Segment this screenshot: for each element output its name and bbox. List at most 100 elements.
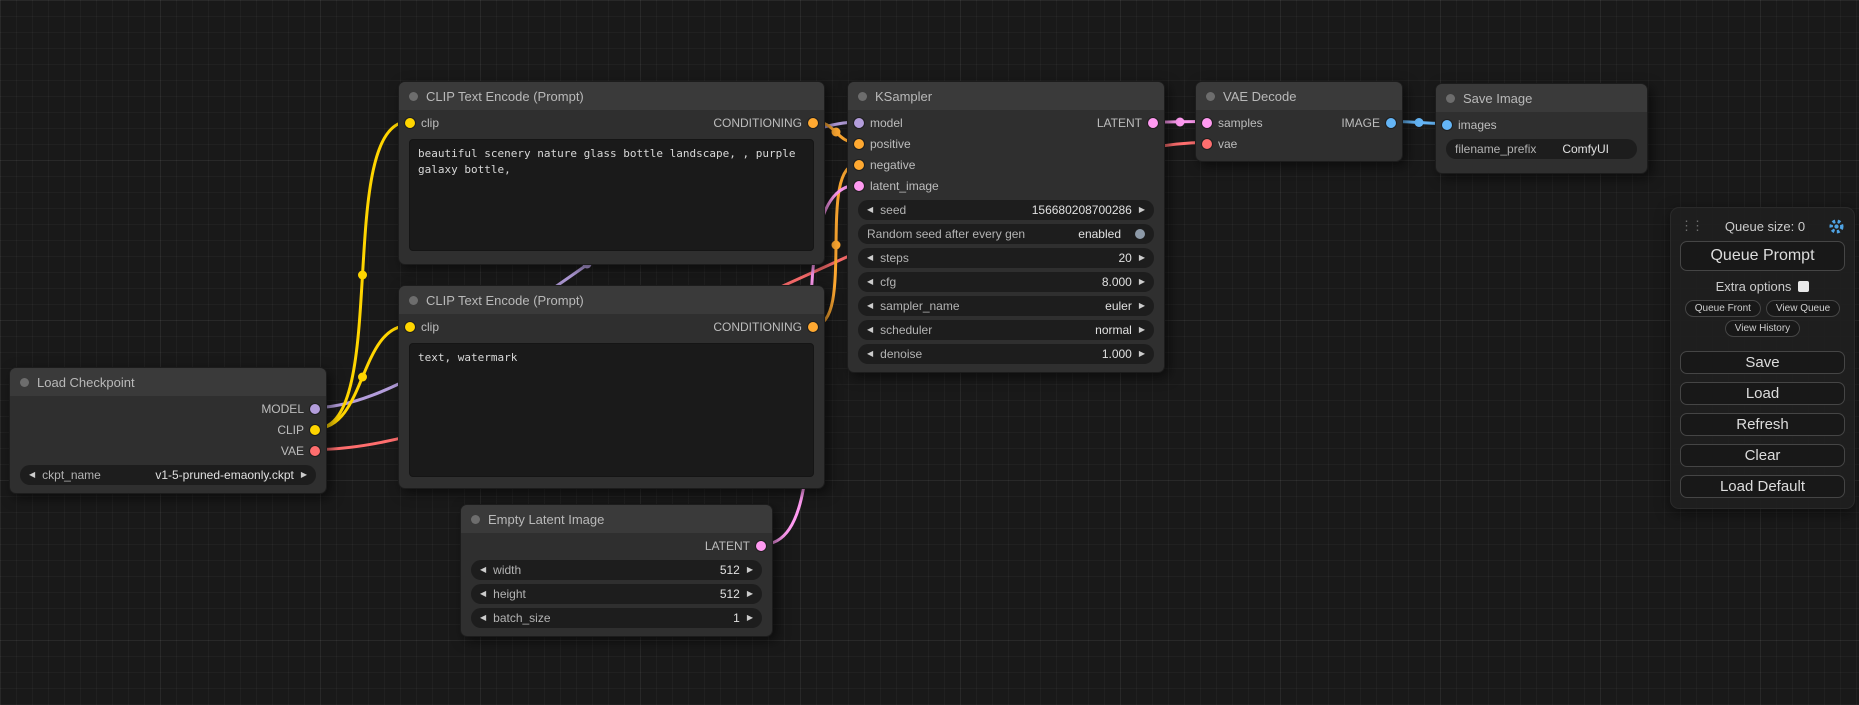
node-load-checkpoint[interactable]: Load Checkpoint MODEL CLIP VAE — [9, 367, 327, 494]
input-port-latent-image[interactable] — [854, 181, 864, 191]
widget-value: 156680208700286 — [1032, 203, 1132, 217]
node-clip-text-encode-positive[interactable]: CLIP Text Encode (Prompt) clip CONDITION… — [398, 81, 825, 265]
positive-prompt-textarea[interactable]: beautiful scenery nature glass bottle la… — [409, 139, 814, 251]
extra-options-label: Extra options — [1716, 279, 1792, 294]
node-ksampler[interactable]: KSampler model LATENT positive — [847, 81, 1165, 373]
output-port-model[interactable] — [310, 404, 320, 414]
input-port-vae[interactable] — [1202, 139, 1212, 149]
decrement-arrow-icon[interactable]: ◀ — [867, 302, 873, 310]
increment-arrow-icon[interactable]: ▶ — [1139, 350, 1145, 358]
node-clip-text-encode-negative[interactable]: CLIP Text Encode (Prompt) clip CONDITION… — [398, 285, 825, 489]
widget-steps[interactable]: ◀ steps 20 ▶ — [858, 248, 1154, 268]
widget-denoise[interactable]: ◀ denoise 1.000 ▶ — [858, 344, 1154, 364]
widget-width[interactable]: ◀ width 512 ▶ — [471, 560, 762, 580]
input-port-model[interactable] — [854, 118, 864, 128]
link-midpoint-dot[interactable] — [832, 128, 841, 137]
node-header[interactable]: Load Checkpoint — [10, 368, 326, 396]
extra-options-checkbox[interactable] — [1798, 281, 1809, 292]
decrement-arrow-icon[interactable]: ◀ — [480, 566, 486, 574]
save-button[interactable]: Save — [1680, 351, 1845, 374]
queue-prompt-button[interactable]: Queue Prompt — [1680, 241, 1845, 271]
link-midpoint-dot[interactable] — [358, 271, 367, 280]
increment-arrow-icon[interactable]: ▶ — [1139, 278, 1145, 286]
collapse-dot-icon[interactable] — [1206, 92, 1215, 101]
decrement-arrow-icon[interactable]: ◀ — [867, 206, 873, 214]
negative-prompt-textarea[interactable]: text, watermark — [409, 343, 814, 477]
output-port-clip[interactable] — [310, 425, 320, 435]
input-port-clip[interactable] — [405, 322, 415, 332]
widget-ckpt-name[interactable]: ◀ ckpt_name v1-5-pruned-emaonly.ckpt ▶ — [20, 465, 316, 485]
queue-front-button[interactable]: Queue Front — [1685, 300, 1761, 317]
node-header[interactable]: Empty Latent Image — [461, 505, 772, 533]
input-port-samples[interactable] — [1202, 118, 1212, 128]
widget-sampler-name[interactable]: ◀ sampler_name euler ▶ — [858, 296, 1154, 316]
widget-batch-size[interactable]: ◀ batch_size 1 ▶ — [471, 608, 762, 628]
output-port-image[interactable] — [1386, 118, 1396, 128]
output-port-vae[interactable] — [310, 446, 320, 456]
toggle-dot-icon[interactable] — [1135, 229, 1145, 239]
view-history-button[interactable]: View History — [1725, 320, 1800, 337]
collapse-dot-icon[interactable] — [20, 378, 29, 387]
output-port-conditioning[interactable] — [808, 322, 818, 332]
widget-height[interactable]: ◀ height 512 ▶ — [471, 584, 762, 604]
link-midpoint-dot[interactable] — [358, 373, 367, 382]
collapse-dot-icon[interactable] — [409, 296, 418, 305]
increment-arrow-icon[interactable]: ▶ — [1139, 326, 1145, 334]
increment-arrow-icon[interactable]: ▶ — [301, 471, 307, 479]
output-label-clip: CLIP — [277, 423, 304, 437]
input-port-images[interactable] — [1442, 120, 1452, 130]
decrement-arrow-icon[interactable]: ◀ — [480, 614, 486, 622]
collapse-dot-icon[interactable] — [858, 92, 867, 101]
node-vae-decode[interactable]: VAE Decode samples IMAGE vae — [1195, 81, 1403, 162]
queue-panel: ⋮⋮ Queue size: 0 Queue Prompt Extra opti… — [1670, 207, 1855, 509]
load-button[interactable]: Load — [1680, 382, 1845, 405]
clear-button[interactable]: Clear — [1680, 444, 1845, 467]
node-header[interactable]: CLIP Text Encode (Prompt) — [399, 286, 824, 314]
increment-arrow-icon[interactable]: ▶ — [1139, 302, 1145, 310]
widget-random-seed-toggle[interactable]: Random seed after every gen enabled — [858, 224, 1154, 244]
input-port-positive[interactable] — [854, 139, 864, 149]
increment-arrow-icon[interactable]: ▶ — [747, 590, 753, 598]
widget-value: 20 — [1118, 251, 1131, 265]
increment-arrow-icon[interactable]: ▶ — [1139, 254, 1145, 262]
node-save-image[interactable]: Save Image images filename_prefix ComfyU… — [1435, 83, 1648, 174]
widget-value: v1-5-pruned-emaonly.ckpt — [155, 468, 294, 482]
decrement-arrow-icon[interactable]: ◀ — [480, 590, 486, 598]
decrement-arrow-icon[interactable]: ◀ — [867, 254, 873, 262]
widget-cfg[interactable]: ◀ cfg 8.000 ▶ — [858, 272, 1154, 292]
collapse-dot-icon[interactable] — [471, 515, 480, 524]
refresh-button[interactable]: Refresh — [1680, 413, 1845, 436]
settings-gear-icon[interactable] — [1828, 218, 1845, 235]
output-port-latent[interactable] — [1148, 118, 1158, 128]
link-midpoint-dot[interactable] — [1415, 118, 1424, 127]
decrement-arrow-icon[interactable]: ◀ — [867, 326, 873, 334]
widget-seed[interactable]: ◀ seed 156680208700286 ▶ — [858, 200, 1154, 220]
collapse-dot-icon[interactable] — [409, 92, 418, 101]
node-graph-canvas[interactable]: Load Checkpoint MODEL CLIP VAE — [0, 0, 1859, 705]
widget-label: filename_prefix — [1455, 142, 1536, 156]
link-midpoint-dot[interactable] — [1176, 118, 1185, 127]
output-label-vae: VAE — [281, 444, 304, 458]
decrement-arrow-icon[interactable]: ◀ — [867, 350, 873, 358]
widget-filename-prefix[interactable]: filename_prefix ComfyUI — [1446, 139, 1637, 159]
decrement-arrow-icon[interactable]: ◀ — [867, 278, 873, 286]
node-header[interactable]: KSampler — [848, 82, 1164, 110]
output-port-conditioning[interactable] — [808, 118, 818, 128]
node-header[interactable]: CLIP Text Encode (Prompt) — [399, 82, 824, 110]
load-default-button[interactable]: Load Default — [1680, 475, 1845, 498]
node-empty-latent-image[interactable]: Empty Latent Image LATENT ◀ width 512 ▶ … — [460, 504, 773, 637]
input-port-negative[interactable] — [854, 160, 864, 170]
drag-handle-icon[interactable]: ⋮⋮ — [1680, 218, 1702, 234]
node-header[interactable]: VAE Decode — [1196, 82, 1402, 110]
increment-arrow-icon[interactable]: ▶ — [747, 614, 753, 622]
collapse-dot-icon[interactable] — [1446, 94, 1455, 103]
decrement-arrow-icon[interactable]: ◀ — [29, 471, 35, 479]
increment-arrow-icon[interactable]: ▶ — [747, 566, 753, 574]
widget-scheduler[interactable]: ◀ scheduler normal ▶ — [858, 320, 1154, 340]
view-queue-button[interactable]: View Queue — [1766, 300, 1840, 317]
output-port-latent[interactable] — [756, 541, 766, 551]
input-port-clip[interactable] — [405, 118, 415, 128]
node-header[interactable]: Save Image — [1436, 84, 1647, 112]
increment-arrow-icon[interactable]: ▶ — [1139, 206, 1145, 214]
link-midpoint-dot[interactable] — [832, 241, 841, 250]
